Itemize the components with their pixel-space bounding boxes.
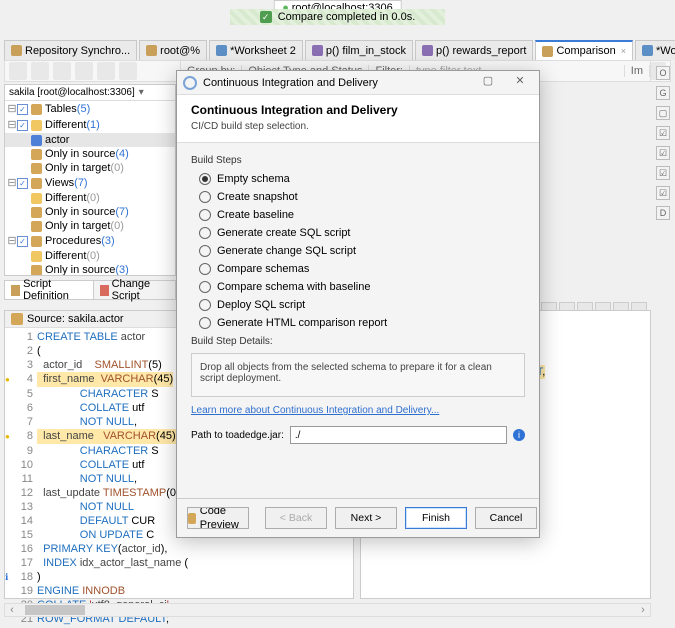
- script-icon: [11, 285, 20, 296]
- editor-tab[interactable]: *Worksheet 2: [209, 40, 303, 60]
- scroll-thumb[interactable]: [25, 605, 85, 615]
- radio-icon: [199, 173, 211, 185]
- radio-icon: [199, 245, 211, 257]
- back-button: < Back: [265, 507, 327, 529]
- dialog-title: Continuous Integration and Delivery: [203, 77, 378, 89]
- tab-icon: [642, 45, 653, 56]
- build-step-radio[interactable]: Compare schemas: [191, 260, 525, 278]
- scroll-left-icon[interactable]: ‹: [5, 604, 19, 616]
- build-step-radio[interactable]: Generate change SQL script: [191, 242, 525, 260]
- radio-icon: [199, 227, 211, 239]
- object-tree[interactable]: sakila [root@localhost:3306] ⊟✓Tables (5…: [4, 84, 176, 276]
- tab-icon: [422, 45, 433, 56]
- editor-tab[interactable]: p() film_in_stock: [305, 40, 413, 60]
- close-icon[interactable]: ×: [621, 46, 626, 56]
- change-icon: [100, 285, 109, 296]
- tree-node[interactable]: actor: [5, 133, 175, 147]
- tab-icon: [542, 46, 553, 57]
- banner-message: Compare completed in 0.0s.: [278, 11, 416, 23]
- sidebar-icon[interactable]: ☑: [656, 146, 670, 160]
- learn-more-link[interactable]: Learn more about Continuous Integration …: [191, 405, 439, 416]
- finish-button[interactable]: Finish: [405, 507, 467, 529]
- build-step-radio[interactable]: Create baseline: [191, 206, 525, 224]
- tree-node[interactable]: ⊟✓Views (7): [5, 175, 175, 191]
- maximize-button[interactable]: ▢: [475, 74, 501, 92]
- info-icon[interactable]: i: [513, 429, 525, 441]
- radio-icon: [199, 281, 211, 293]
- tab-icon: [11, 45, 22, 56]
- editor-tab[interactable]: Comparison×: [535, 40, 633, 60]
- toolbar-button[interactable]: [9, 62, 27, 80]
- build-step-radio[interactable]: Empty schema: [191, 170, 525, 188]
- code-preview-button[interactable]: Code Preview: [187, 507, 249, 529]
- table-icon: [11, 313, 23, 325]
- tree-node[interactable]: Only in target (0): [5, 161, 175, 175]
- group-details: Build Step Details:: [191, 336, 525, 347]
- code-icon: [188, 513, 196, 524]
- ci-cd-dialog: Continuous Integration and Delivery ▢ ✕ …: [176, 70, 540, 538]
- toolbar-button[interactable]: [97, 62, 115, 80]
- tree-node[interactable]: ⊟✓Tables (5): [5, 101, 175, 117]
- next-button[interactable]: Next >: [335, 507, 397, 529]
- tab-icon: [312, 45, 323, 56]
- horizontal-scrollbar[interactable]: ‹ ›: [4, 603, 651, 617]
- editor-tabs: Repository Synchro...root@%*Worksheet 2p…: [4, 40, 671, 60]
- path-input[interactable]: [290, 426, 507, 444]
- sidebar-icon[interactable]: G: [656, 86, 670, 100]
- tree-node[interactable]: Only in target (0): [5, 219, 175, 233]
- editor-tab[interactable]: p() rewards_report: [415, 40, 533, 60]
- group-build-steps: Build Steps: [191, 155, 525, 166]
- toolbar-button[interactable]: [75, 62, 93, 80]
- build-step-radio[interactable]: Deploy SQL script: [191, 296, 525, 314]
- sidebar-icon[interactable]: ☑: [656, 166, 670, 180]
- build-step-radio[interactable]: Generate HTML comparison report: [191, 314, 525, 332]
- script-tabs: Script Definition Change Script: [4, 280, 176, 300]
- path-label: Path to toadedge.jar:: [191, 430, 284, 441]
- scroll-right-icon[interactable]: ›: [636, 604, 650, 616]
- tab-icon: [146, 45, 157, 56]
- tab-script-definition[interactable]: Script Definition: [5, 281, 94, 299]
- editor-tab[interactable]: *Worksheet 3: [635, 40, 675, 60]
- dialog-titlebar[interactable]: Continuous Integration and Delivery ▢ ✕: [177, 71, 539, 95]
- tree-node[interactable]: ⊟✓Procedures (3): [5, 233, 175, 249]
- cancel-button[interactable]: Cancel: [475, 507, 537, 529]
- dialog-header: Continuous Integration and Delivery CI/C…: [177, 95, 539, 143]
- editor-tab[interactable]: Repository Synchro...: [4, 40, 137, 60]
- tree-node[interactable]: ⊟✓Different (1): [5, 117, 175, 133]
- details-text: Drop all objects from the selected schem…: [191, 353, 525, 397]
- tree-node[interactable]: Only in source (7): [5, 205, 175, 219]
- tree-node[interactable]: Different (0): [5, 191, 175, 205]
- radio-icon: [199, 191, 211, 203]
- toolbar-button[interactable]: [53, 62, 71, 80]
- connection-combo[interactable]: sakila [root@localhost:3306]: [5, 85, 175, 101]
- toolbar-button[interactable]: [31, 62, 49, 80]
- tree-node[interactable]: Only in source (3): [5, 263, 175, 276]
- editor-tab[interactable]: root@%: [139, 40, 207, 60]
- radio-icon: [199, 263, 211, 275]
- build-step-radio[interactable]: Create snapshot: [191, 188, 525, 206]
- radio-icon: [199, 209, 211, 221]
- sidebar-icon[interactable]: ▢: [656, 106, 670, 120]
- build-step-radio[interactable]: Compare schema with baseline: [191, 278, 525, 296]
- close-button[interactable]: ✕: [507, 74, 533, 92]
- tab-icon: [216, 45, 227, 56]
- sidebar-icon[interactable]: ☑: [656, 126, 670, 140]
- radio-icon: [199, 317, 211, 329]
- tree-node[interactable]: Different (0): [5, 249, 175, 263]
- dialog-subtitle: CI/CD build step selection.: [191, 121, 525, 132]
- dialog-heading: Continuous Integration and Delivery: [191, 103, 525, 117]
- right-sidebar: O G ▢ ☑ ☑ ☑ ☑ D: [653, 60, 673, 220]
- sidebar-icon[interactable]: D: [656, 206, 670, 220]
- sidebar-icon[interactable]: O: [656, 66, 670, 80]
- toolbar-button[interactable]: [119, 62, 137, 80]
- radio-icon: [199, 299, 211, 311]
- dialog-icon: [183, 76, 197, 90]
- tab-change-script[interactable]: Change Script: [94, 281, 175, 299]
- build-step-radio[interactable]: Generate create SQL script: [191, 224, 525, 242]
- sidebar-icon[interactable]: ☑: [656, 186, 670, 200]
- check-icon: ✓: [260, 11, 272, 23]
- tree-node[interactable]: Only in source (4): [5, 147, 175, 161]
- compare-banner: ✓ Compare completed in 0.0s.: [0, 0, 675, 34]
